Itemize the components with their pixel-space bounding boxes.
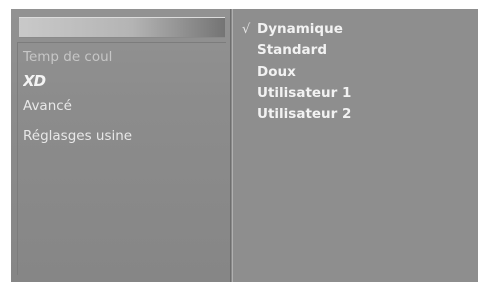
osd-menu-screen: Temp de coul XD Avancé Réglasges usine √… (11, 9, 478, 282)
option-standard[interactable]: Standard (257, 42, 327, 58)
option-dynamique[interactable]: Dynamique (257, 21, 343, 37)
selected-check-icon: √ (242, 22, 251, 37)
menu-item-reglages-usine[interactable]: Réglasges usine (23, 128, 132, 144)
left-menu-header-bar (19, 17, 225, 38)
option-doux[interactable]: Doux (257, 64, 296, 80)
option-utilisateur-1[interactable]: Utilisateur 1 (257, 85, 351, 101)
xd-logo-text: XD (23, 74, 46, 87)
right-options-panel: √ Dynamique Standard Doux Utilisateur 1 … (232, 9, 478, 282)
option-utilisateur-2[interactable]: Utilisateur 2 (257, 106, 351, 122)
left-menu-panel: Temp de coul XD Avancé Réglasges usine (11, 9, 231, 282)
xd-logo-icon[interactable]: XD (23, 74, 53, 87)
menu-item-temp-de-coul[interactable]: Temp de coul (23, 49, 112, 65)
menu-item-avance[interactable]: Avancé (23, 98, 72, 114)
